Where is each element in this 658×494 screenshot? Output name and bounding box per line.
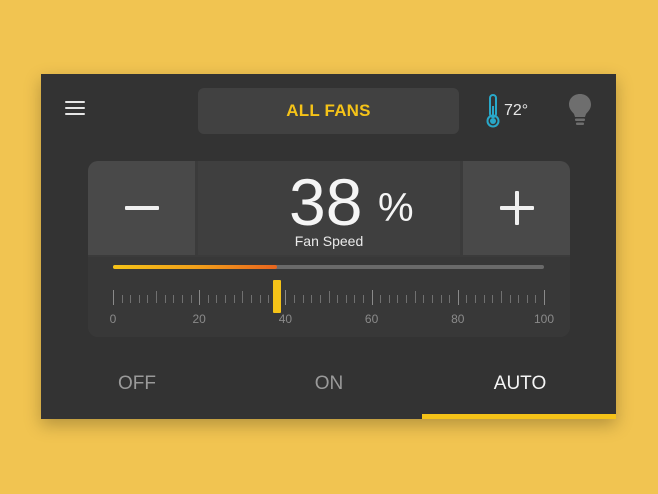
slider-tick — [337, 295, 339, 303]
slider-scale-label: 100 — [533, 312, 555, 326]
minus-icon — [124, 206, 159, 210]
slider-tick — [535, 295, 537, 303]
slider-tick — [328, 291, 330, 303]
increase-speed-button[interactable] — [463, 161, 570, 255]
slider-tick — [319, 295, 321, 303]
fan-control-panel: ALL FANS 72° 38 % Fan Speed 0 20 40 60 8… — [41, 74, 616, 419]
slider-tick — [431, 295, 433, 303]
slider-scale-label: 20 — [192, 312, 206, 326]
slider-tick — [147, 295, 149, 303]
slider-tick — [173, 295, 175, 303]
speed-unit: % — [378, 186, 414, 230]
slider-tick — [225, 295, 227, 303]
plus-icon — [499, 191, 534, 225]
slider-tick — [311, 295, 313, 303]
slider-tick — [380, 295, 382, 303]
thermometer-icon — [486, 94, 500, 128]
slider-tick — [233, 295, 235, 303]
temperature-readout: 72° — [485, 94, 528, 128]
mode-tab-on[interactable]: ON — [269, 364, 389, 404]
slider-scale-label: 80 — [451, 312, 465, 326]
slider-tick — [544, 290, 545, 305]
slider-tick — [483, 295, 485, 303]
slider-tick — [138, 295, 140, 303]
fan-speed-card: 38 % Fan Speed 0 20 40 60 80 100 — [88, 161, 570, 337]
slider-tick — [423, 295, 425, 303]
slider-tick — [492, 295, 494, 303]
slider-tick — [190, 295, 192, 303]
slider-tick — [345, 295, 347, 303]
slider-tick — [216, 295, 218, 303]
fan-group-label: ALL FANS — [286, 101, 371, 120]
slider-tick — [181, 295, 183, 303]
hamburger-menu-icon[interactable] — [65, 99, 87, 119]
speed-display: 38 % Fan Speed — [198, 161, 460, 255]
slider-tick — [207, 295, 209, 303]
lightbulb-icon[interactable] — [567, 92, 593, 128]
slider-track-fill — [113, 265, 277, 269]
slider-tick — [354, 295, 356, 303]
slider-tick — [500, 291, 502, 303]
slider-scale-label: 40 — [278, 312, 293, 326]
slider-scale-label: 0 — [109, 312, 117, 326]
slider-tick — [518, 295, 520, 303]
slider-tick — [302, 295, 304, 303]
slider-tick — [199, 290, 201, 305]
slider-scale-label: 60 — [364, 312, 379, 326]
slider-tick — [156, 291, 158, 303]
speed-label: Fan Speed — [294, 233, 364, 249]
slider-tick — [164, 295, 166, 303]
temperature-value: 72° — [504, 102, 529, 119]
slider-ticks — [113, 287, 545, 305]
slider-tick — [457, 290, 459, 305]
slider-tick — [259, 295, 261, 303]
speed-slider[interactable]: 0 20 40 60 80 100 — [88, 257, 570, 337]
mode-tab-auto[interactable]: AUTO — [460, 364, 580, 404]
slider-tick — [121, 295, 123, 303]
slider-tick — [440, 295, 442, 303]
slider-tick — [362, 295, 364, 303]
slider-track[interactable] — [113, 265, 544, 269]
slider-tick — [449, 295, 451, 303]
slider-tick — [526, 295, 528, 303]
slider-tick — [250, 295, 252, 303]
slider-tick — [388, 295, 390, 303]
slider-tick — [130, 295, 132, 303]
selected-mode-indicator — [422, 414, 616, 419]
slider-tick — [406, 295, 408, 303]
speed-value: 38 — [289, 165, 363, 239]
slider-tick — [475, 295, 477, 303]
slider-tick — [113, 290, 114, 305]
slider-tick — [509, 295, 511, 303]
slider-tick — [242, 291, 244, 303]
mode-tabs: OFF ON AUTO — [41, 364, 616, 419]
fan-group-selector[interactable]: ALL FANS — [198, 88, 459, 134]
slider-tick — [285, 290, 287, 305]
slider-tick — [294, 295, 296, 303]
decrease-speed-button[interactable] — [88, 161, 195, 255]
slider-tick — [397, 295, 399, 303]
slider-thumb[interactable] — [272, 280, 281, 313]
slider-tick — [268, 295, 270, 303]
slider-tick — [414, 291, 416, 303]
slider-tick — [466, 295, 468, 303]
slider-tick — [371, 290, 373, 305]
mode-tab-off[interactable]: OFF — [77, 364, 197, 404]
